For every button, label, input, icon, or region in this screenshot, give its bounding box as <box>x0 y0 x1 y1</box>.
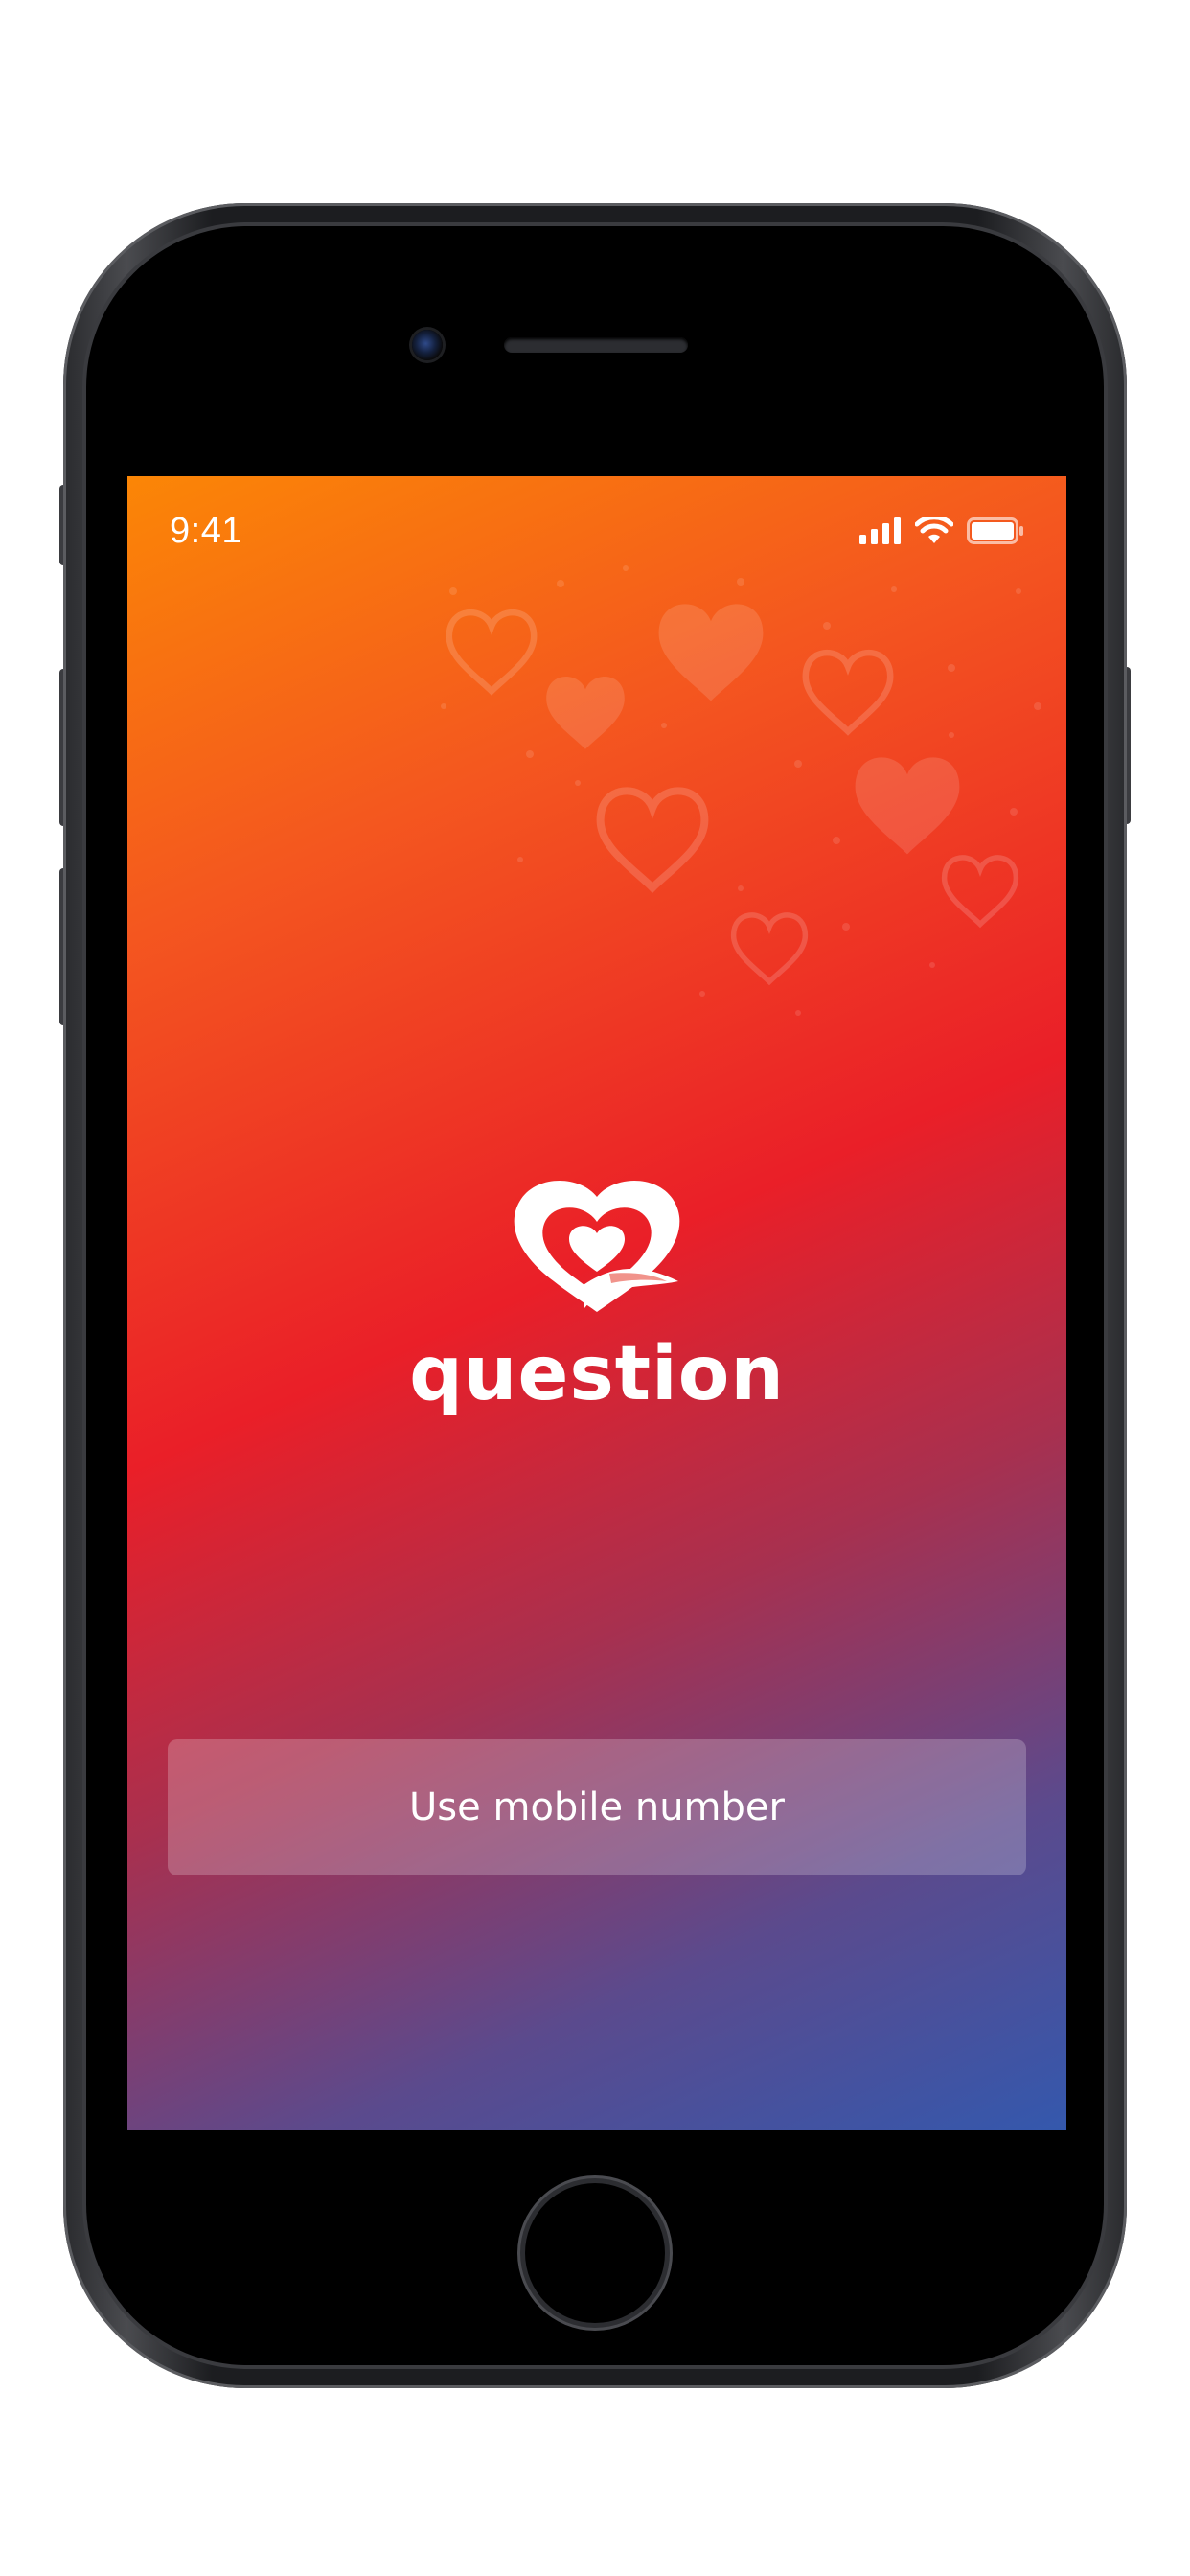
home-button[interactable] <box>525 2183 665 2323</box>
heart-outline-icon <box>449 612 534 691</box>
app-screen: 9:41 question Use mobile number <box>127 476 1066 2130</box>
heart-outline-icon <box>806 653 890 731</box>
battery-icon <box>967 518 1023 544</box>
heart-filled-icon <box>855 757 960 855</box>
heart-outline-icon <box>945 858 1017 924</box>
front-camera <box>412 330 443 360</box>
earpiece-speaker <box>504 337 688 353</box>
status-bar: 9:41 <box>127 476 1066 584</box>
app-name: question <box>409 1331 785 1417</box>
wifi-icon <box>915 517 953 543</box>
heart-filled-icon <box>658 604 764 702</box>
status-time: 9:41 <box>170 511 242 551</box>
heart-outline-icon <box>734 915 806 981</box>
use-mobile-number-button[interactable]: Use mobile number <box>168 1739 1026 1875</box>
heart-outline-icon <box>601 791 705 887</box>
status-icons <box>859 515 1024 547</box>
signal-icon <box>859 518 901 544</box>
heart-ribbon-logo-icon <box>514 1181 680 1312</box>
heart-filled-icon <box>546 677 625 749</box>
app-logo: question <box>127 1174 1066 1417</box>
device-mockup: 9:41 question Use mobile number <box>0 0 1190 2576</box>
